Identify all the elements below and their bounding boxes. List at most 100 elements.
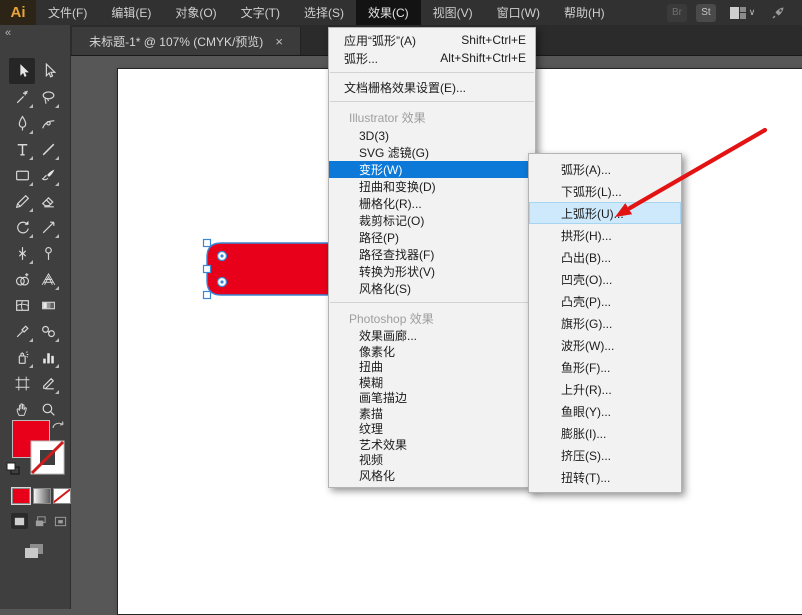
menu-item-brush-strokes[interactable]: 画笔描边 [329, 390, 535, 406]
menu-item-arc-dialog[interactable]: 弧形... Alt+Shift+Ctrl+E [329, 49, 535, 67]
draw-inside-mode-button[interactable] [52, 513, 69, 529]
submenu-item-fish[interactable]: 鱼形(F)... [529, 356, 681, 378]
hand-tool[interactable] [9, 396, 35, 422]
shaper-tool[interactable] [9, 188, 35, 214]
menu-item-3d[interactable]: 3D(3) [329, 127, 535, 144]
menu-separator [330, 302, 534, 303]
menu-item-texture[interactable]: 纹理 [329, 421, 535, 437]
perspective-grid-tool[interactable] [35, 266, 61, 292]
menu-item-svg-filters[interactable]: SVG 滤镜(G) [329, 144, 535, 161]
curvature-tool[interactable] [35, 110, 61, 136]
menu-window[interactable]: 窗口(W) [485, 0, 552, 25]
rotate-tool[interactable] [9, 214, 35, 240]
submenu-item-twist[interactable]: 扭转(T)... [529, 466, 681, 488]
effect-menu-dropdown: 应用“弧形”(A) Shift+Ctrl+E 弧形... Alt+Shift+C… [328, 27, 536, 488]
column-graph-tool[interactable] [35, 344, 61, 370]
line-segment-tool[interactable] [35, 136, 61, 162]
menu-item-document-raster-settings[interactable]: 文档栅格效果设置(E)... [329, 78, 535, 96]
shape-builder-tool[interactable] [9, 266, 35, 292]
adobe-stock-icon[interactable]: St [696, 4, 716, 22]
collapse-panel-icon[interactable]: « [5, 27, 11, 39]
default-fill-stroke-icon[interactable] [5, 462, 21, 476]
gradient-tool[interactable] [35, 292, 61, 318]
submenu-item-squeeze[interactable]: 挤压(S)... [529, 444, 681, 466]
submenu-item-wave[interactable]: 波形(W)... [529, 334, 681, 356]
stroke-color-swatch[interactable] [30, 440, 66, 476]
selection-handle-top-left[interactable] [204, 240, 211, 247]
magic-wand-tool[interactable] [9, 84, 35, 110]
bridge-icon[interactable]: Br [667, 4, 687, 22]
symbol-sprayer-tool[interactable] [9, 344, 35, 370]
swap-fill-stroke-icon[interactable] [50, 419, 66, 433]
submenu-item-arc[interactable]: 弧形(A)... [529, 158, 681, 180]
submenu-item-shell-upper[interactable]: 凸壳(P)... [529, 290, 681, 312]
submenu-item-inflate[interactable]: 膨胀(I)... [529, 422, 681, 444]
selection-tool[interactable] [9, 58, 35, 84]
workspace-switcher-icon[interactable]: ∨ [725, 4, 759, 22]
photoshop-effects-header: Photoshop 效果 [329, 308, 535, 328]
submenu-item-rise[interactable]: 上升(R)... [529, 378, 681, 400]
menu-item-artistic[interactable]: 艺术效果 [329, 437, 535, 453]
menu-item-effect-gallery[interactable]: 效果画廊... [329, 328, 535, 344]
artboard-tool[interactable] [9, 370, 35, 396]
submenu-item-arc-upper[interactable]: 上弧形(U)... [529, 202, 681, 224]
menu-item-warp[interactable]: 变形(W) [329, 161, 535, 178]
menu-item-path[interactable]: 路径(P) [329, 229, 535, 246]
submenu-item-shell-lower[interactable]: 凹壳(O)... [529, 268, 681, 290]
menu-item-video[interactable]: 视频 [329, 452, 535, 468]
menu-item-pixelate[interactable]: 像素化 [329, 344, 535, 360]
menu-item-crop-marks[interactable]: 裁剪标记(O) [329, 212, 535, 229]
menu-help[interactable]: 帮助(H) [552, 0, 617, 25]
mesh-tool[interactable] [9, 292, 35, 318]
puppet-warp-tool[interactable] [35, 240, 61, 266]
red-rounded-rectangle[interactable] [207, 243, 335, 295]
submenu-item-flag[interactable]: 旗形(G)... [529, 312, 681, 334]
color-button[interactable] [12, 488, 30, 504]
menu-effect[interactable]: 效果(C) [356, 0, 421, 25]
scale-tool[interactable] [35, 214, 61, 240]
blend-tool[interactable] [35, 318, 61, 344]
gpu-performance-icon[interactable] [768, 4, 788, 22]
submenu-item-bulge[interactable]: 凸出(B)... [529, 246, 681, 268]
pen-tool[interactable] [9, 110, 35, 136]
menu-item-stylize-ps[interactable]: 风格化 [329, 468, 535, 484]
menu-item-sketch[interactable]: 素描 [329, 406, 535, 422]
menu-edit[interactable]: 编辑(E) [99, 0, 163, 25]
corner-widget-dot [220, 280, 223, 283]
menu-object[interactable]: 对象(O) [163, 0, 228, 25]
menu-item-rasterize[interactable]: 栅格化(R)... [329, 195, 535, 212]
menu-item-pathfinder[interactable]: 路径查找器(F) [329, 246, 535, 263]
document-tab[interactable]: 未标题-1* @ 107% (CMYK/预览) × [72, 27, 301, 55]
submenu-item-arch[interactable]: 拱形(H)... [529, 224, 681, 246]
submenu-item-arc-lower[interactable]: 下弧形(L)... [529, 180, 681, 202]
menu-item-stylize-ai[interactable]: 风格化(S) [329, 280, 535, 297]
width-tool[interactable] [9, 240, 35, 266]
paintbrush-tool[interactable] [35, 162, 61, 188]
menu-item-distort-transform[interactable]: 扭曲和变换(D) [329, 178, 535, 195]
menu-view[interactable]: 视图(V) [421, 0, 485, 25]
rectangle-tool[interactable] [9, 162, 35, 188]
menu-item-convert-to-shape[interactable]: 转换为形状(V) [329, 263, 535, 280]
workspace-grid-icon [729, 6, 747, 20]
slice-tool[interactable] [35, 370, 61, 396]
type-tool[interactable] [9, 136, 35, 162]
menu-item-distort[interactable]: 扭曲 [329, 359, 535, 375]
eyedropper-tool[interactable] [9, 318, 35, 344]
menu-type[interactable]: 文字(T) [229, 0, 292, 25]
menu-file[interactable]: 文件(F) [36, 0, 99, 25]
lasso-tool[interactable] [35, 84, 61, 110]
draw-behind-mode-button[interactable] [32, 513, 49, 529]
close-tab-icon[interactable]: × [275, 35, 283, 48]
menu-select[interactable]: 选择(S) [292, 0, 356, 25]
submenu-item-fisheye[interactable]: 鱼眼(Y)... [529, 400, 681, 422]
direct-selection-tool[interactable] [35, 58, 61, 84]
gradient-button[interactable] [33, 488, 51, 504]
none-button[interactable] [53, 488, 71, 504]
menu-item-blur[interactable]: 模糊 [329, 375, 535, 391]
selection-handle-bottom-left[interactable] [204, 292, 211, 299]
selection-handle-mid-left[interactable] [204, 266, 211, 273]
menu-item-apply-arc[interactable]: 应用“弧形”(A) Shift+Ctrl+E [329, 31, 535, 49]
draw-normal-mode-button[interactable] [11, 513, 28, 529]
change-screen-mode-button[interactable] [22, 542, 46, 560]
eraser-tool[interactable] [35, 188, 61, 214]
